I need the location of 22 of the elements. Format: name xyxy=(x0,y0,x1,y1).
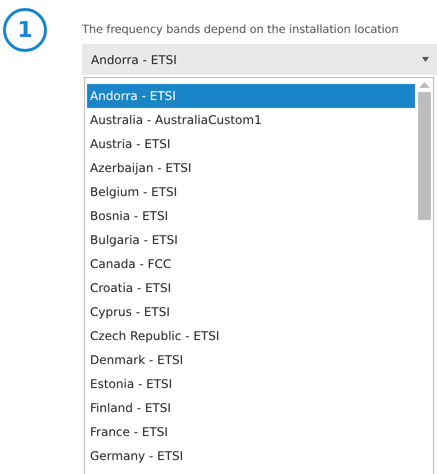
dropdown-option[interactable]: Cyprus - ETSI xyxy=(87,300,415,324)
dropdown-option[interactable]: Estonia - ETSI xyxy=(87,372,415,396)
dropdown-option[interactable]: Austria - ETSI xyxy=(87,132,415,156)
dropdown-option[interactable]: Australia - AustraliaCustom1 xyxy=(87,108,415,132)
dropdown-option[interactable]: Bosnia - ETSI xyxy=(87,204,415,228)
dropdown-option[interactable]: Croatia - ETSI xyxy=(87,276,415,300)
scrollbar-thumb[interactable] xyxy=(418,92,430,220)
dropdown-option[interactable]: Bulgaria - ETSI xyxy=(87,228,415,252)
location-dropdown[interactable]: Andorra - ETSI xyxy=(82,44,437,75)
caret-icon xyxy=(422,57,429,62)
dropdown-option[interactable]: Czech Republic - ETSI xyxy=(87,324,415,348)
dropdown-option[interactable]: Andorra - ETSI xyxy=(87,84,415,108)
dropdown-option[interactable]: Canada - FCC xyxy=(87,252,415,276)
dropdown-option[interactable]: Germany - ETSI xyxy=(87,444,415,468)
dropdown-option[interactable]: France - ETSI xyxy=(87,420,415,444)
dropdown-option[interactable]: Azerbaijan - ETSI xyxy=(87,156,415,180)
instruction-text: The frequency bands depend on the installation location xyxy=(82,22,400,36)
scroll-up-icon[interactable] xyxy=(418,82,430,88)
dropdown-option[interactable]: Finland - ETSI xyxy=(87,396,415,420)
step-number-badge: 1 xyxy=(3,8,47,52)
dropdown-option[interactable]: Denmark - ETSI xyxy=(87,348,415,372)
dropdown-option[interactable]: Belgium - ETSI xyxy=(87,180,415,204)
